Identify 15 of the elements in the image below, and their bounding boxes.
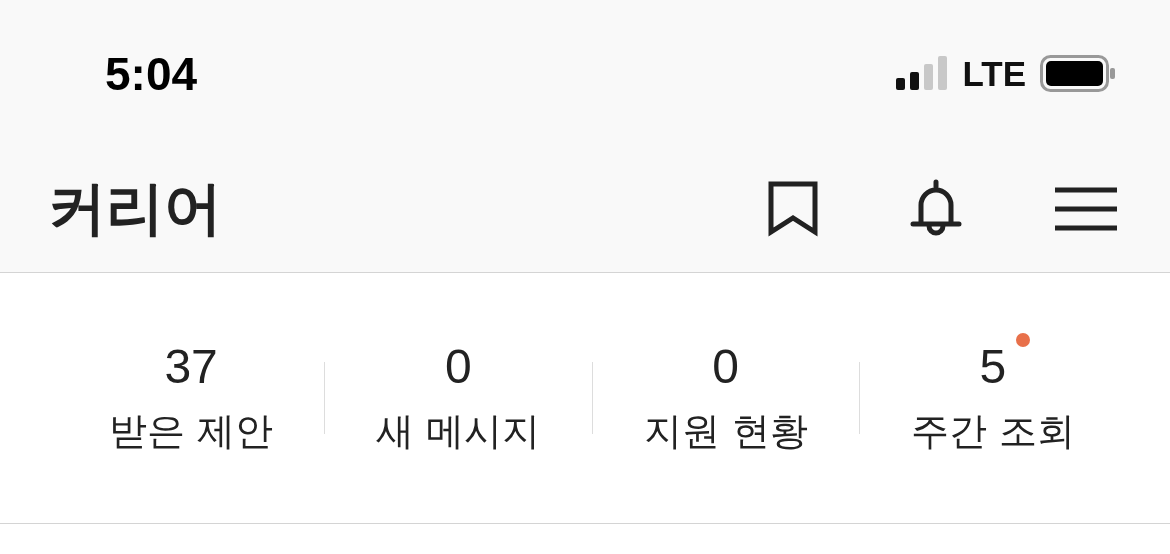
status-time: 5:04 [105,47,198,101]
stat-count[interactable]: 0 [712,340,739,393]
stat-label[interactable]: 받은 제안 [109,406,274,457]
bookmark-icon[interactable] [768,181,818,237]
stat-label[interactable]: 주간 조회 [910,406,1075,457]
stat-label[interactable]: 지원 현황 [643,406,808,457]
stat-count[interactable]: 37 [164,340,218,393]
stat-count[interactable]: 0 [445,340,472,393]
battery-icon [1040,55,1116,93]
signal-icon [896,56,949,92]
network-label: LTE [962,54,1026,94]
stat-count[interactable]: 5 [979,340,1007,393]
page-title: 커리어 [48,173,222,244]
menu-icon[interactable] [1054,186,1118,232]
stat-label[interactable]: 새 메시지 [376,406,541,457]
